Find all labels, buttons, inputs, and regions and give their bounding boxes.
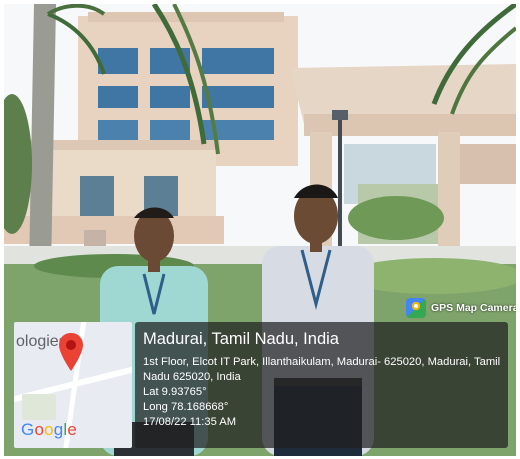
place-name: Madurai, Tamil Nadu, India — [143, 330, 339, 348]
timestamp: 17/08/22 11:35 AM — [143, 416, 237, 428]
google-letter: o — [34, 420, 45, 439]
google-letter: G — [21, 420, 35, 439]
watermark-app-name: GPS Map Camera — [431, 302, 516, 314]
location-info-box: Madurai, Tamil Nadu, India 1st Floor, El… — [135, 322, 508, 448]
gps-map-camera-watermark: GPS Map Camera — [406, 296, 516, 320]
photo: GPS Map Camera ologies Google Madurai, T… — [4, 4, 516, 456]
gps-map-camera-icon — [406, 298, 426, 318]
gps-location-stamp: ologies Google Madurai, Tamil Nadu, Indi… — [14, 322, 508, 448]
google-letter: e — [67, 420, 78, 439]
google-letter: o — [44, 420, 54, 439]
map-area — [22, 394, 56, 420]
address-line-1: 1st Floor, Elcot IT Park, Illanthaikulam… — [143, 356, 501, 368]
longitude: Long 78.168668° — [143, 401, 229, 413]
google-attribution: Google — [21, 420, 77, 440]
latitude: Lat 9.93765° — [143, 386, 207, 398]
location-pin-icon — [59, 333, 83, 371]
map-thumbnail: ologies Google — [14, 322, 132, 448]
google-letter: g — [53, 420, 64, 439]
address-line-2: Nadu 625020, India — [143, 371, 241, 383]
